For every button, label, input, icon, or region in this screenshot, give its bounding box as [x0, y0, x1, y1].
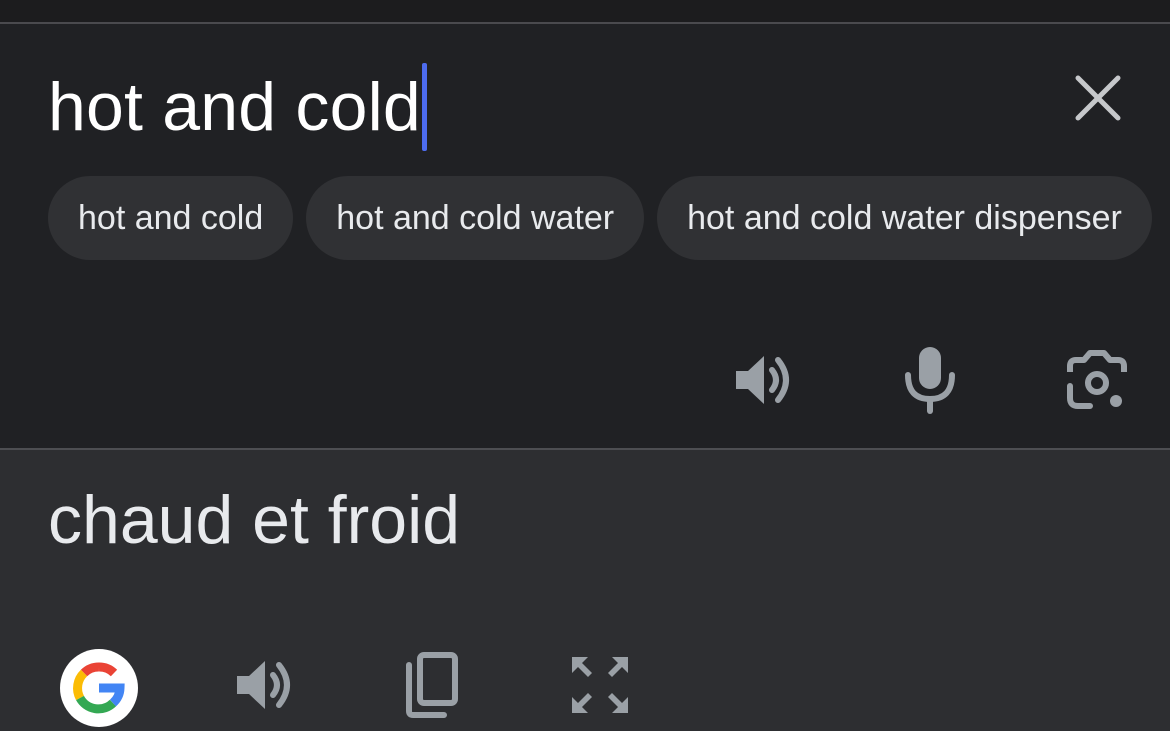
suggestion-chip[interactable]: hot and cold water dispenser	[657, 176, 1152, 260]
text-cursor	[421, 63, 427, 151]
camera-button[interactable]	[1062, 346, 1132, 416]
listen-translation-button[interactable]	[228, 650, 298, 720]
translation-text: chaud et froid	[48, 482, 461, 558]
speaker-icon	[237, 661, 290, 709]
voice-input-button[interactable]	[895, 345, 965, 415]
copy-icon	[406, 652, 458, 718]
fullscreen-icon	[572, 657, 628, 713]
close-icon	[1075, 75, 1121, 121]
source-input[interactable]: hot and cold	[48, 62, 427, 152]
google-search-button[interactable]	[60, 649, 138, 727]
copy-button[interactable]	[395, 650, 465, 720]
camera-lens-icon	[1067, 350, 1127, 409]
source-text[interactable]: hot and cold	[48, 73, 421, 141]
speaker-icon	[736, 356, 789, 404]
google-logo-icon	[73, 662, 125, 714]
source-panel: hot and cold hot and cold hot and cold w…	[0, 24, 1170, 450]
suggestion-chips: hot and cold hot and cold water hot and …	[48, 176, 1152, 260]
listen-source-button[interactable]	[727, 345, 797, 415]
top-bar	[0, 0, 1170, 24]
translation-panel: chaud et froid	[0, 450, 1170, 731]
translate-app: hot and cold hot and cold hot and cold w…	[0, 0, 1170, 731]
fullscreen-button[interactable]	[565, 650, 635, 720]
clear-button[interactable]	[1068, 68, 1128, 128]
suggestion-chip[interactable]: hot and cold	[48, 176, 294, 260]
microphone-icon	[905, 347, 955, 414]
suggestion-chip[interactable]: hot and cold water	[306, 176, 645, 260]
